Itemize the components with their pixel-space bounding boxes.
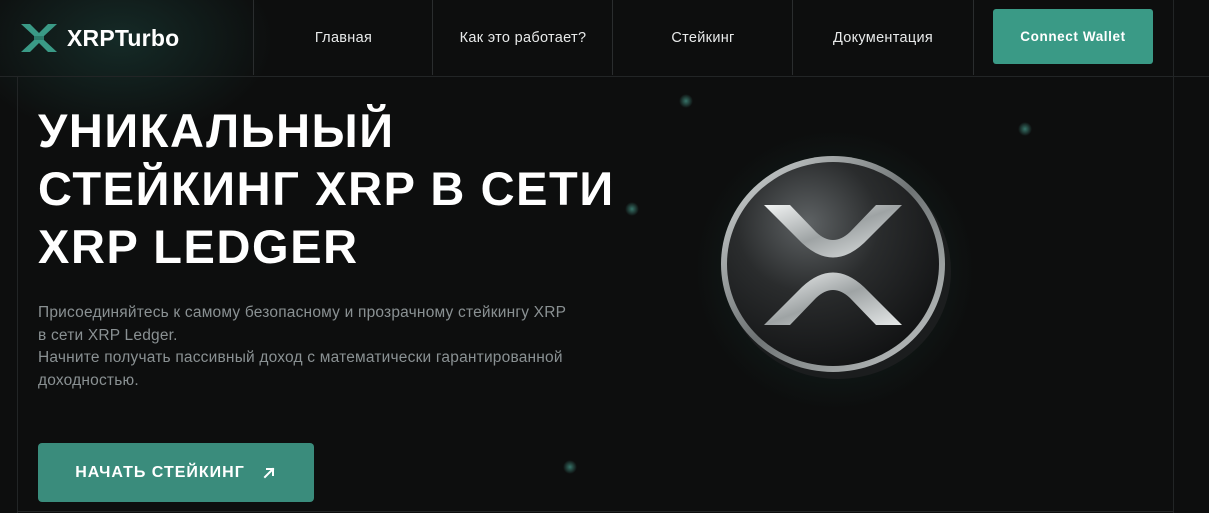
hero-description-line: в сети XRP Ledger. (38, 326, 178, 344)
site-header: XRPTurbo Главная Как это работает? Стейк… (0, 0, 1209, 77)
hero-description-line: Начните получать пассивный доход с матем… (38, 349, 563, 366)
hero-title-line: СТЕЙКИНГ XRP В СЕТИ (38, 162, 615, 215)
hero-description: Присоединяйтесь к самому безопасному и п… (38, 302, 678, 392)
hero-description-line: доходностью. (38, 371, 139, 389)
site-logo[interactable]: XRPTurbo (20, 18, 179, 58)
nav-item-home[interactable]: Главная (253, 0, 433, 75)
connect-wallet-button[interactable]: Connect Wallet (993, 9, 1153, 64)
xrp-turbo-logo-icon (21, 24, 57, 52)
hero-title: УНИКАЛЬНЫЙ СТЕЙКИНГ XRP В СЕТИ XRP LEDGE… (38, 102, 678, 276)
frame-line-left (17, 76, 18, 513)
nav-item-staking[interactable]: Стейкинг (612, 0, 793, 75)
background-sparkle (679, 94, 693, 108)
start-staking-label: НАЧАТЬ СТЕЙКИНГ (75, 463, 245, 481)
frame-line-bottom (17, 511, 1174, 512)
nav-item-documentation[interactable]: Документация (792, 0, 974, 75)
hero-title-line: УНИКАЛЬНЫЙ (38, 104, 395, 157)
hero-description-line: Присоединяйтесь к самому безопасному и п… (38, 304, 567, 321)
brand-name: XRPTurbo (67, 24, 180, 51)
start-staking-button[interactable]: НАЧАТЬ СТЕЙКИНГ (38, 443, 314, 502)
xrp-coin-icon (721, 156, 951, 379)
background-sparkle (1018, 122, 1032, 136)
nav-item-how-it-works[interactable]: Как это работает? (432, 0, 613, 75)
arrow-up-right-icon (263, 467, 275, 478)
hero-title-line: XRP LEDGER (38, 220, 359, 273)
background-sparkle (563, 460, 577, 474)
